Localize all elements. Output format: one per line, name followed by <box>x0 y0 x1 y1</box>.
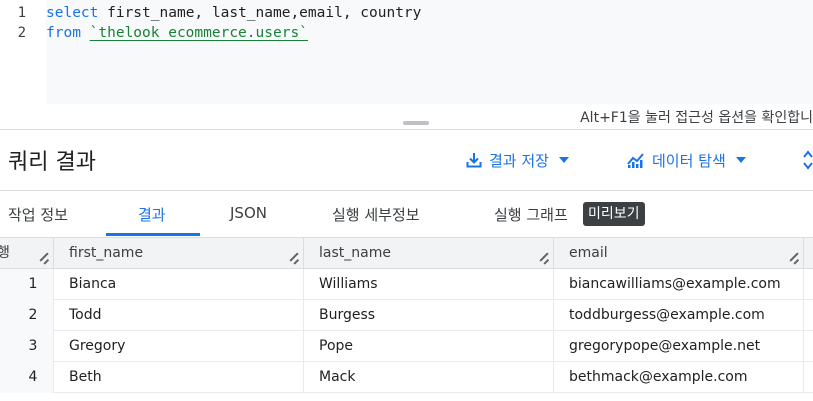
results-title: 쿼리 결과 <box>8 150 96 175</box>
chevron-down-icon <box>735 157 746 163</box>
tab-results[interactable]: 결과 <box>138 204 166 225</box>
first-name-cell[interactable]: Gregory <box>54 331 304 362</box>
divider <box>0 190 813 191</box>
preview-badge: 미리보기 <box>583 202 645 226</box>
explore-data-label: 데이터 탐색 <box>652 151 726 170</box>
editor-resize-handle[interactable] <box>403 121 429 125</box>
divider <box>0 129 813 130</box>
first-name-cell[interactable]: Todd <box>54 300 304 331</box>
email-cell[interactable]: gregorypope@example.net <box>554 331 804 362</box>
last-name-cell[interactable]: Mack <box>304 362 554 393</box>
email-cell[interactable]: biancawilliams@example.com <box>554 269 804 300</box>
unfold-icon <box>802 149 813 171</box>
sql-keyword: from <box>46 25 81 41</box>
cell-value: Bianca <box>69 276 117 292</box>
cell-value: bethmack@example.com <box>569 369 748 385</box>
cell-value: biancawilliams@example.com <box>569 276 781 292</box>
sql-editor[interactable]: 1 2 select first_name, last_name,email, … <box>0 0 813 130</box>
tab-json[interactable]: JSON <box>230 204 267 222</box>
country-cell[interactable] <box>804 331 813 362</box>
tab-job-info[interactable]: 작업 정보 <box>8 204 68 225</box>
row-number-cell: 3 <box>0 331 54 362</box>
cell-value: gregorypope@example.net <box>569 338 761 354</box>
tab-execution-details[interactable]: 실행 세부정보 <box>332 204 420 225</box>
column-resize-icon[interactable] <box>540 256 549 265</box>
column-header-label: email <box>569 245 608 261</box>
download-icon <box>465 151 483 169</box>
expand-collapse-button[interactable] <box>802 148 813 172</box>
email-cell[interactable]: bethmack@example.com <box>554 362 804 393</box>
row-number: 3 <box>28 338 38 354</box>
table-header-row: 행 first_name last_name email <box>0 237 813 269</box>
cell-value: toddburgess@example.com <box>569 307 765 323</box>
save-results-button[interactable]: 결과 저장 <box>465 148 569 172</box>
column-header-label: first_name <box>69 245 144 261</box>
chart-icon <box>626 151 646 169</box>
tab-execution-graph[interactable]: 실행 그래프 <box>494 204 568 225</box>
table-row[interactable]: 1 Bianca Williams biancawilliams@example… <box>0 269 813 300</box>
row-number: 1 <box>28 276 38 292</box>
active-tab-indicator <box>106 233 200 236</box>
table-row[interactable]: 3 Gregory Pope gregorypope@example.net <box>0 331 813 362</box>
column-resize-icon[interactable] <box>290 256 299 265</box>
sql-keyword: select <box>46 5 99 21</box>
last-name-cell[interactable]: Pope <box>304 331 554 362</box>
row-number-cell: 1 <box>0 269 54 300</box>
cell-value: Todd <box>69 307 102 323</box>
save-results-label: 결과 저장 <box>489 151 549 170</box>
first-name-cell[interactable]: Bianca <box>54 269 304 300</box>
cell-value: Burgess <box>319 307 376 323</box>
column-header-last-name[interactable]: last_name <box>304 238 554 269</box>
code-line-2[interactable]: from `thelook_ecommerce.users` <box>46 25 308 41</box>
code-line-1[interactable]: select first_name, last_name,email, coun… <box>46 5 421 21</box>
cell-value: Beth <box>69 369 102 385</box>
column-header-email[interactable]: email <box>554 238 804 269</box>
country-cell[interactable] <box>804 269 813 300</box>
first-name-cell[interactable]: Beth <box>54 362 304 393</box>
row-number-cell: 2 <box>0 300 54 331</box>
chevron-down-icon <box>558 157 569 163</box>
cell-value: Mack <box>319 369 356 385</box>
last-name-cell[interactable]: Burgess <box>304 300 554 331</box>
cell-value: Gregory <box>69 338 126 354</box>
line-number: 1 <box>17 5 26 21</box>
country-cell[interactable] <box>804 362 813 393</box>
column-header-label: last_name <box>319 245 391 261</box>
table-row[interactable]: 2 Todd Burgess toddburgess@example.com <box>0 300 813 331</box>
table-reference-link[interactable]: `thelook_ecommerce.users` <box>90 25 308 41</box>
explore-data-button[interactable]: 데이터 탐색 <box>626 148 746 172</box>
column-header-label: 행 <box>0 245 10 261</box>
row-number-cell: 4 <box>0 362 54 393</box>
column-resize-icon[interactable] <box>40 256 49 265</box>
country-cell[interactable] <box>804 300 813 331</box>
table-row[interactable]: 4 Beth Mack bethmack@example.com <box>0 362 813 393</box>
line-number: 2 <box>17 25 26 41</box>
results-table: 행 first_name last_name email 1 Bianca Wi… <box>0 237 813 401</box>
sql-columns: first_name, last_name,email, country <box>98 5 422 21</box>
last-name-cell[interactable]: Williams <box>304 269 554 300</box>
row-number: 4 <box>28 369 38 385</box>
column-header-first-name[interactable]: first_name <box>54 238 304 269</box>
column-resize-icon[interactable] <box>790 256 799 265</box>
accessibility-hint: Alt+F1을 눌러 접근성 옵션을 확인합니 <box>580 110 813 126</box>
row-number: 2 <box>28 307 38 323</box>
editor-gutter: 1 2 <box>0 0 46 104</box>
cell-value: Williams <box>319 276 378 292</box>
cell-value: Pope <box>319 338 354 354</box>
email-cell[interactable]: toddburgess@example.com <box>554 300 804 331</box>
column-header-row-number[interactable]: 행 <box>0 238 54 269</box>
column-header-country[interactable] <box>804 238 813 269</box>
sql-space <box>81 25 90 41</box>
